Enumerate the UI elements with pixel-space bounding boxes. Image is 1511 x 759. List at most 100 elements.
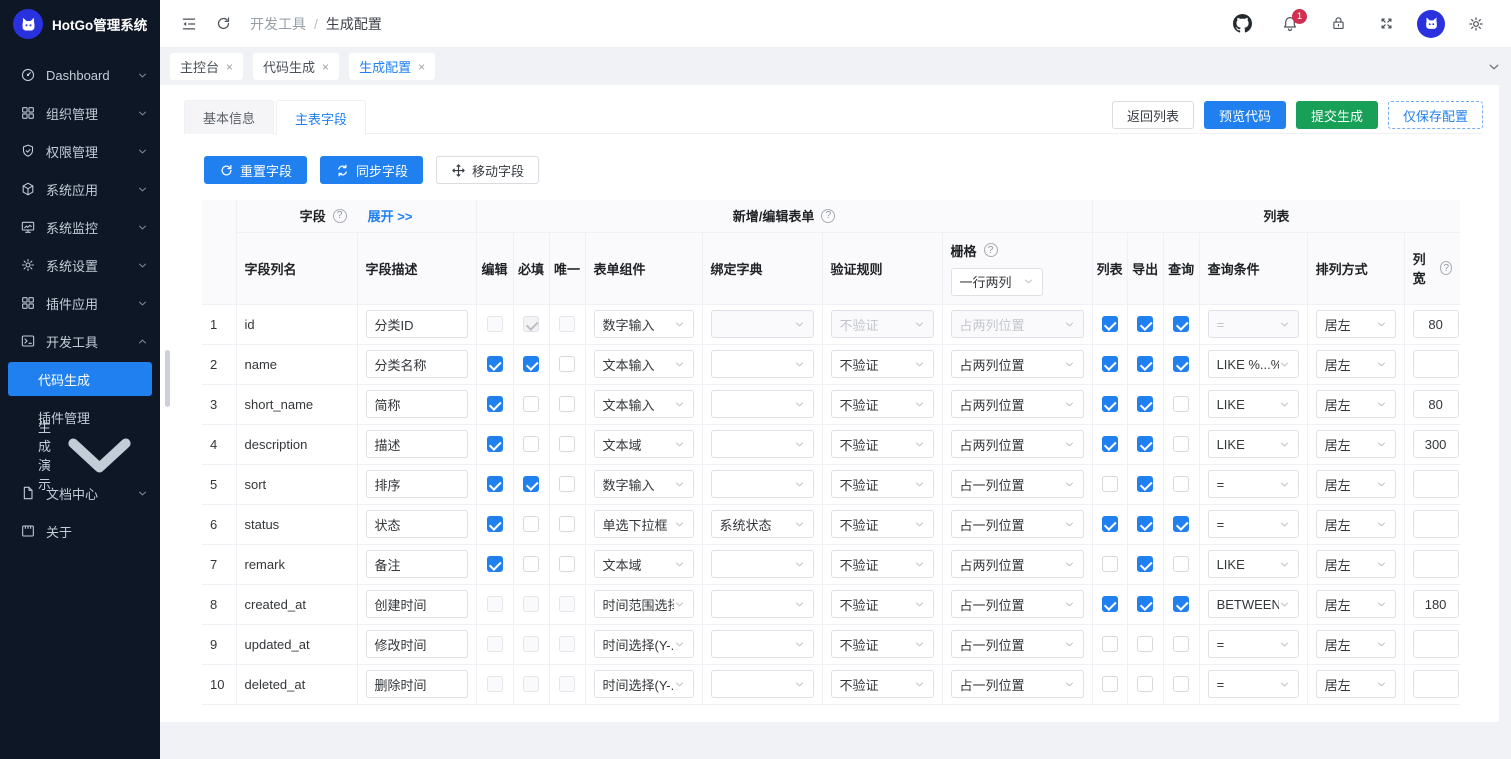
sidebar-item-doc-center[interactable]: 文档中心 [0,474,160,512]
list-checkbox[interactable] [1101,476,1118,493]
edit-checkbox[interactable] [486,436,503,453]
field-desc-input[interactable]: 备注 [365,550,468,578]
close-tab-icon[interactable]: × [418,61,425,73]
grid-layout-select[interactable]: 一行两列 [950,267,1043,296]
tabs-dropdown-chevron-icon[interactable] [1487,60,1501,74]
field-desc-input[interactable]: 删除时间 [365,670,468,698]
grid-select[interactable]: 占两列位置 [950,350,1084,378]
dict-select[interactable] [710,590,814,618]
dict-select[interactable]: 系统状态 [710,510,814,538]
query-checkbox[interactable] [1173,556,1190,573]
grid-select[interactable]: 占一列位置 [950,470,1084,498]
unique-checkbox[interactable] [559,436,575,453]
query-condition-select[interactable]: LIKE %...% [1207,350,1299,378]
rule-select[interactable]: 不验证 [830,590,934,618]
dict-select[interactable] [710,550,814,578]
column-width-input[interactable] [1412,350,1459,378]
help-icon[interactable]: ? [983,243,998,257]
query-checkbox[interactable] [1173,636,1190,653]
rule-select[interactable]: 不验证 [830,430,934,458]
column-width-input[interactable]: 300 [1412,430,1459,458]
query-checkbox[interactable] [1173,676,1190,693]
column-width-input[interactable] [1412,550,1459,578]
refresh-icon[interactable] [206,7,240,41]
query-checkbox[interactable] [1173,476,1190,493]
query-checkbox[interactable] [1173,316,1190,333]
submit-generate-button[interactable]: 提交生成 [1295,101,1378,129]
export-checkbox[interactable] [1137,396,1154,413]
github-icon[interactable] [1225,7,1259,41]
help-icon[interactable]: ? [1440,261,1453,275]
widget-select[interactable]: 文本域 [593,550,694,578]
query-condition-select[interactable]: LIKE [1207,430,1299,458]
column-width-input[interactable]: 80 [1412,390,1459,418]
settings-gear-icon[interactable] [1459,7,1493,41]
field-desc-input[interactable]: 状态 [365,510,468,538]
dict-select[interactable] [710,670,814,698]
align-select[interactable]: 居左 [1315,670,1396,698]
unique-checkbox[interactable] [559,516,575,533]
scrollbar-thumb[interactable] [165,350,170,407]
close-tab-icon[interactable]: × [322,61,329,73]
list-checkbox[interactable] [1101,396,1118,413]
rule-select[interactable]: 不验证 [830,670,934,698]
close-tab-icon[interactable]: × [226,61,233,73]
page-tab-console[interactable]: 主控台 × [170,53,244,80]
page-tab-code-gen[interactable]: 代码生成 × [253,53,340,80]
required-checkbox[interactable] [523,516,539,533]
move-fields-button[interactable]: 移动字段 [436,156,540,184]
list-checkbox[interactable] [1101,676,1118,693]
app-logo[interactable]: HotGo管理系统 [0,0,160,48]
help-icon[interactable]: ? [332,208,347,223]
dict-select[interactable] [710,350,814,378]
grid-select[interactable]: 占一列位置 [950,630,1084,658]
rule-select[interactable]: 不验证 [830,630,934,658]
page-tab-gen-config[interactable]: 生成配置 × [349,53,436,80]
rule-select[interactable]: 不验证 [830,550,934,578]
back-to-list-button[interactable]: 返回列表 [1111,101,1194,129]
sidebar-item-dashboard[interactable]: Dashboard [0,56,160,94]
query-checkbox[interactable] [1173,596,1190,613]
unique-checkbox[interactable] [559,396,575,413]
field-desc-input[interactable]: 分类名称 [365,350,468,378]
align-select[interactable]: 居左 [1315,510,1396,538]
sidebar-item-gen-demo[interactable]: 生成演示 [0,420,160,492]
query-checkbox[interactable] [1173,436,1190,453]
tab-basic-info[interactable]: 基本信息 [184,100,275,134]
save-config-only-button[interactable]: 仅保存配置 [1387,101,1483,129]
required-checkbox[interactable] [523,396,539,413]
field-desc-input[interactable]: 描述 [365,430,468,458]
query-condition-select[interactable]: = [1207,670,1299,698]
align-select[interactable]: 居左 [1315,350,1396,378]
grid-select[interactable]: 占一列位置 [950,510,1084,538]
list-checkbox[interactable] [1101,596,1118,613]
sidebar-item-org-manage[interactable]: 组织管理 [0,94,160,132]
field-desc-input[interactable]: 分类ID [365,310,468,338]
align-select[interactable]: 居左 [1315,430,1396,458]
expand-link[interactable]: 展开 >> [368,206,413,225]
collapse-sidebar-icon[interactable] [172,7,206,41]
required-checkbox[interactable] [523,476,539,493]
sidebar-item-sys-monitor[interactable]: 系统监控 [0,208,160,246]
widget-select[interactable]: 单选下拉框 [593,510,694,538]
list-checkbox[interactable] [1101,316,1118,333]
sidebar-item-plugin-app[interactable]: 插件应用 [0,284,160,322]
export-checkbox[interactable] [1137,636,1154,653]
breadcrumb-section[interactable]: 开发工具 [250,14,306,34]
export-checkbox[interactable] [1137,676,1154,693]
dict-select[interactable] [710,470,814,498]
widget-select[interactable]: 数字输入 [593,310,694,338]
sidebar-item-sys-setting[interactable]: 系统设置 [0,246,160,284]
tab-main-fields[interactable]: 主表字段 [276,100,367,135]
list-checkbox[interactable] [1101,516,1118,533]
align-select[interactable]: 居左 [1315,630,1396,658]
lock-screen-icon[interactable] [1321,7,1355,41]
sidebar-item-dev-tools[interactable]: 开发工具 [0,322,160,360]
edit-checkbox[interactable] [486,516,503,533]
edit-checkbox[interactable] [486,396,503,413]
required-checkbox[interactable] [523,556,539,573]
dict-select[interactable] [710,630,814,658]
widget-select[interactable]: 时间选择(Y-... [593,630,694,658]
export-checkbox[interactable] [1137,556,1154,573]
grid-select[interactable]: 占两列位置 [950,550,1084,578]
